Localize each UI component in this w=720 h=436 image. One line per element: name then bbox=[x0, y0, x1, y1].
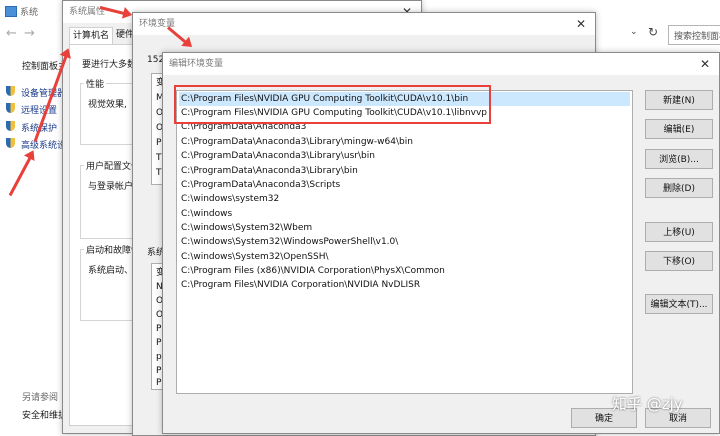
path-row[interactable]: C:\ProgramData\Anaconda3\Scripts bbox=[179, 178, 630, 192]
path-list[interactable]: C:\Program Files\NVIDIA GPU Computing To… bbox=[176, 90, 633, 394]
performance-text: 视觉效果, bbox=[88, 100, 127, 110]
close-icon[interactable]: ✕ bbox=[697, 56, 713, 72]
shield-icon bbox=[6, 138, 15, 148]
path-row[interactable]: C:\ProgramData\Anaconda3\Library\mingw-w… bbox=[179, 135, 630, 149]
security-link[interactable]: 安全和维护 bbox=[22, 408, 67, 421]
path-row[interactable]: C:\Program Files\NVIDIA Corporation\NVID… bbox=[179, 278, 630, 292]
forward-arrow-icon[interactable]: → bbox=[24, 26, 35, 41]
edit-text-button[interactable]: 编辑文本(T)... bbox=[645, 294, 713, 314]
performance-label: 性能 bbox=[84, 77, 107, 90]
sysprops-intro: 要进行大多数 bbox=[82, 60, 137, 70]
browse-button[interactable]: 浏览(B)... bbox=[645, 149, 713, 169]
envvars-titlebar: 环境变量 bbox=[133, 13, 595, 35]
new-button[interactable]: 新建(N) bbox=[645, 90, 713, 110]
shield-icon bbox=[6, 121, 15, 131]
startup-text: 系统启动、 bbox=[88, 266, 134, 276]
edit-environment-variable-dialog: 编辑环境变量 ✕ C:\Program Files\NVIDIA GPU Com… bbox=[162, 52, 720, 434]
tab-computer-name[interactable]: 计算机名 bbox=[69, 27, 114, 44]
editenv-titlebar: 编辑环境变量 bbox=[163, 53, 719, 75]
profile-text: 与登录帐户 bbox=[88, 182, 134, 192]
editenv-title: 编辑环境变量 bbox=[169, 59, 224, 69]
path-row[interactable]: C:\windows bbox=[179, 207, 630, 221]
search-placeholder: 搜索控制面板 bbox=[674, 32, 720, 42]
refresh-icon[interactable]: ↻ bbox=[648, 25, 658, 39]
path-row[interactable]: C:\windows\System32\WindowsPowerShell\v1… bbox=[179, 235, 630, 249]
move-up-button[interactable]: 上移(U) bbox=[645, 222, 713, 242]
back-arrow-icon[interactable]: ← bbox=[6, 26, 17, 41]
link-label: 设备管理器 bbox=[21, 89, 67, 99]
tab-label: 计算机名 bbox=[73, 31, 110, 41]
edit-button[interactable]: 编辑(E) bbox=[645, 119, 713, 139]
close-icon[interactable]: ✕ bbox=[573, 16, 589, 32]
path-row[interactable]: C:\windows\System32\OpenSSH\ bbox=[179, 250, 630, 264]
shield-icon bbox=[6, 103, 15, 113]
nav-dropdown-icon[interactable]: ⌄ bbox=[630, 27, 638, 37]
see-also-label: 另请参阅 bbox=[22, 393, 59, 403]
path-row[interactable]: C:\ProgramData\Anaconda3\Library\bin bbox=[179, 164, 630, 178]
path-row[interactable]: C:\ProgramData\Anaconda3\Library\usr\bin bbox=[179, 149, 630, 163]
path-row[interactable]: C:\Program Files (x86)\NVIDIA Corporatio… bbox=[179, 264, 630, 278]
path-row[interactable]: C:\windows\System32\Wbem bbox=[179, 221, 630, 235]
shield-icon bbox=[6, 86, 15, 96]
delete-button[interactable]: 删除(D) bbox=[645, 178, 713, 198]
path-row[interactable]: C:\windows\system32 bbox=[179, 192, 630, 206]
link-label: 远程设置 bbox=[21, 106, 58, 116]
highlight-box bbox=[174, 85, 491, 124]
move-down-button[interactable]: 下移(O) bbox=[645, 251, 713, 271]
search-input[interactable]: 搜索控制面板 bbox=[668, 25, 720, 45]
system-window-icon bbox=[5, 6, 17, 17]
watermark: 知乎 @zjy bbox=[612, 395, 683, 413]
system-title: 系统 bbox=[20, 8, 39, 18]
